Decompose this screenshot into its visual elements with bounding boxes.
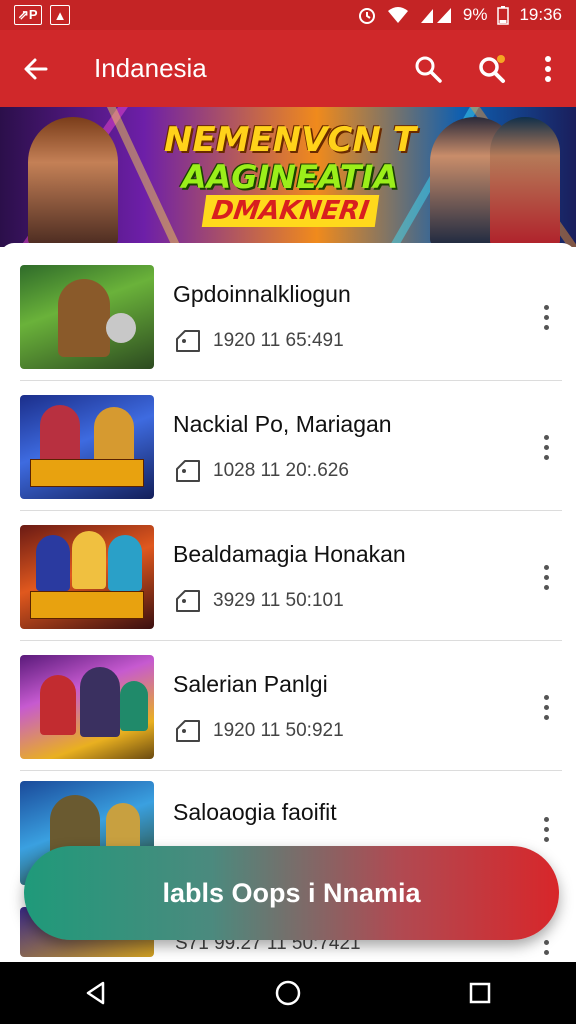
item-more-button[interactable]	[530, 427, 562, 467]
banner-line-2: AAGINEATIA	[181, 158, 399, 196]
alarm-icon	[358, 8, 375, 24]
system-nav-bar	[0, 962, 576, 1024]
app-bar: Indanesia	[0, 30, 576, 107]
banner-line-1: NEMENVCN T	[164, 120, 416, 160]
item-meta: 3929 11 50:101	[175, 589, 344, 613]
battery-icon	[497, 6, 510, 25]
more-dot	[543, 836, 549, 842]
item-title: Salerian Panlgi	[173, 671, 328, 697]
tag-icon	[176, 460, 200, 482]
item-more-button[interactable]	[530, 297, 562, 337]
banner-title: NEMENVCN T AAGINEATIA DMAKNERI	[160, 121, 420, 227]
item-thumbnail	[20, 265, 154, 369]
item-title: Bealdamagia Honakan	[173, 541, 406, 567]
more-dot	[543, 714, 549, 720]
more-dot	[543, 826, 549, 832]
recents-icon	[469, 982, 491, 1004]
item-meta-text: 3929 11 50:101	[213, 590, 344, 611]
home-icon	[275, 980, 301, 1006]
list-item[interactable]: Bealdamagia Honakan 3929 11 50:101	[0, 517, 576, 647]
list-item[interactable]: Gpdoinnalkliogun 1920 11 65:491	[0, 257, 576, 387]
thumb-label-band	[30, 591, 144, 619]
search-button[interactable]	[406, 47, 450, 91]
page-title: Indanesia	[94, 53, 207, 83]
promo-banner[interactable]: NEMENVCN T AAGINEATIA DMAKNERI	[0, 107, 576, 247]
more-dot	[543, 434, 549, 440]
banner-line-3: DMAKNERI	[201, 195, 379, 227]
more-options-button[interactable]	[534, 47, 562, 91]
more-dot	[543, 694, 549, 700]
more-dot	[543, 324, 549, 330]
item-meta: 1028 11 20:.626	[175, 459, 349, 483]
more-dot	[543, 564, 549, 570]
divider	[20, 640, 562, 641]
search-alert-button[interactable]	[470, 47, 514, 91]
notification-icon-1: ⇗P	[14, 5, 42, 25]
thumb-figure	[36, 535, 70, 591]
more-dot	[543, 704, 549, 710]
item-thumbnail	[20, 525, 154, 629]
tag-icon	[176, 590, 200, 612]
more-dot	[543, 816, 549, 822]
clock: 19:36	[519, 5, 562, 24]
more-dot	[543, 304, 549, 310]
thumb-label-band	[30, 459, 144, 487]
banner-hero-left	[28, 117, 118, 247]
status-left-indicators: ⇗P ▲	[14, 5, 71, 25]
tag-icon	[176, 330, 200, 352]
item-title: Nackial Po, Mariagan	[173, 411, 392, 437]
more-dot	[543, 939, 549, 945]
more-dot	[543, 444, 549, 450]
more-dot	[543, 949, 549, 955]
nav-back-button[interactable]	[74, 971, 118, 1015]
status-bar: ⇗P ▲ 9% 19:36	[0, 0, 576, 30]
item-title: Gpdoinnalkliogun	[173, 281, 351, 307]
divider	[20, 770, 562, 771]
item-meta-text: 1920 11 65:491	[213, 330, 344, 351]
back-button[interactable]	[14, 47, 58, 91]
search-notification-icon	[479, 54, 505, 83]
item-thumbnail	[20, 655, 154, 759]
item-meta-text: 1920 11 50:921	[213, 720, 344, 741]
nav-home-button[interactable]	[266, 971, 310, 1015]
back-icon	[86, 981, 105, 1005]
item-more-button[interactable]	[530, 809, 562, 849]
thumb-figure	[120, 681, 148, 731]
signal-icon	[420, 8, 451, 23]
item-title: Saloaogia faoifit	[173, 799, 337, 825]
item-more-button[interactable]	[530, 557, 562, 597]
more-dot	[543, 454, 549, 460]
notification-icon-2: ▲	[49, 5, 71, 25]
thumb-figure	[106, 313, 136, 343]
item-thumbnail	[20, 395, 154, 499]
thumb-figure	[108, 535, 142, 591]
battery-percent: 9%	[462, 5, 488, 24]
more-dot	[543, 584, 549, 590]
thumb-figure	[40, 675, 76, 735]
wifi-icon	[387, 7, 408, 23]
item-meta: 1920 11 65:491	[175, 329, 344, 353]
thumb-figure	[80, 667, 120, 737]
more-dot	[543, 314, 549, 320]
list-item[interactable]: Salerian Panlgi 1920 11 50:921	[0, 647, 576, 777]
thumb-figure	[72, 531, 106, 589]
item-meta-text: 1028 11 20:.626	[213, 460, 349, 481]
item-meta: 1920 11 50:921	[175, 719, 344, 743]
tag-icon	[176, 720, 200, 742]
arrow-left-icon	[24, 58, 48, 79]
thumb-figure	[40, 405, 80, 465]
item-more-button[interactable]	[530, 687, 562, 727]
more-dot	[543, 574, 549, 580]
banner-hero-right-2	[490, 117, 560, 247]
primary-action-button[interactable]: labls Oops i Nnamia	[24, 846, 559, 940]
nav-recents-button[interactable]	[458, 971, 502, 1015]
divider	[20, 380, 562, 381]
more-vert-icon	[545, 55, 551, 82]
search-icon	[415, 56, 442, 83]
thumb-figure	[58, 279, 110, 357]
status-right: 9% 19:36	[357, 5, 562, 25]
thumb-figure	[94, 407, 134, 467]
list-item[interactable]: Nackial Po, Mariagan 1028 11 20:.626	[0, 387, 576, 517]
divider	[20, 510, 562, 511]
